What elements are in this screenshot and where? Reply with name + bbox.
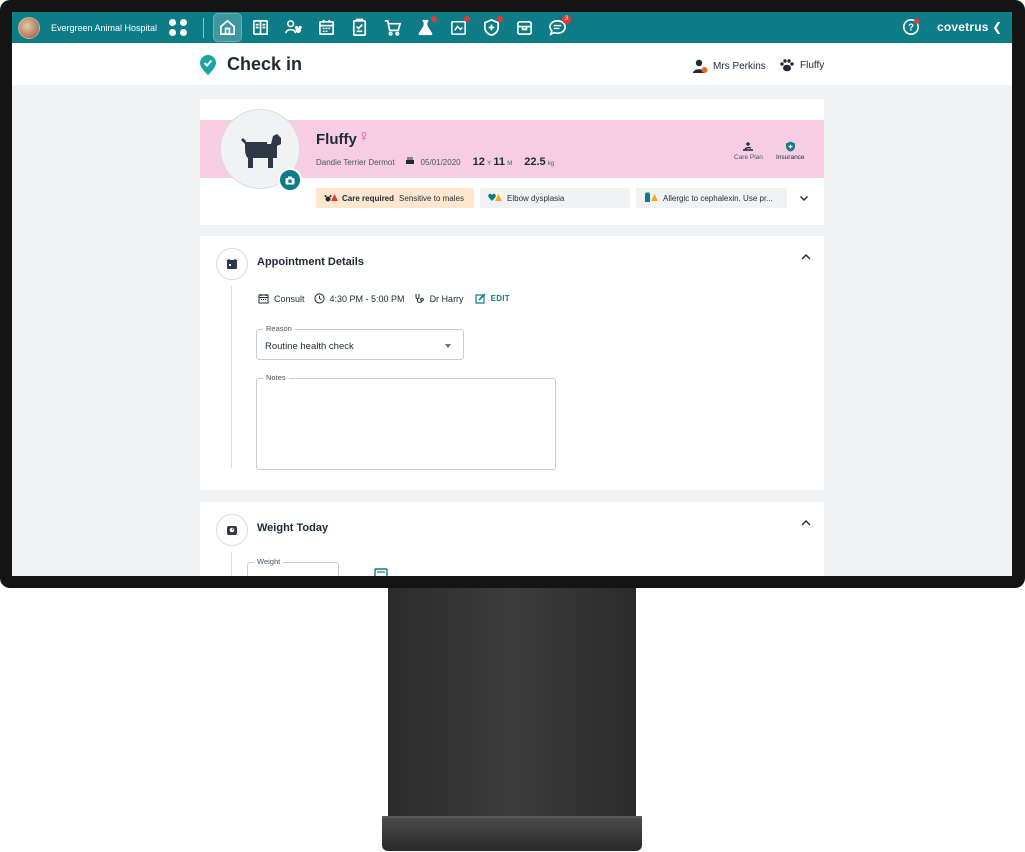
calendar-section-icon — [216, 248, 248, 280]
nav-divider — [203, 17, 205, 38]
pet-weight-unit: kg — [547, 161, 555, 167]
messages-count-badge: 3 — [562, 15, 572, 24]
appointment-vet: Dr Harry — [429, 293, 464, 304]
appointment-summary: Consult 4:30 PM - 5:00 PM Dr Harry EDIT — [258, 293, 510, 304]
weight-today-title: Weight Today — [257, 522, 329, 534]
care-required-text: Sensitive to males — [399, 193, 464, 203]
paw-icon — [780, 59, 794, 72]
records-icon[interactable] — [247, 14, 274, 41]
top-nav-bar: Evergreen Animal Hospital 3 ? covetrus ❮ — [12, 12, 1012, 43]
notes-textarea[interactable]: Notes — [256, 373, 556, 470]
owner-name: Mrs Perkins — [713, 60, 766, 72]
appointment-type-icon — [258, 294, 269, 304]
chevron-down-icon[interactable] — [799, 193, 809, 203]
appointment-time: 4:30 PM - 5:00 PM — [329, 293, 405, 304]
camera-icon[interactable] — [278, 168, 302, 192]
condition-chip[interactable]: Elbow dysplasia — [480, 188, 630, 208]
section-divider-line — [231, 552, 232, 576]
page-title: Check in — [227, 54, 303, 74]
notification-dot — [464, 16, 471, 22]
birthday-cake-icon — [405, 155, 415, 167]
section-divider-line — [231, 286, 232, 468]
care-paw-warning-icon — [324, 193, 338, 204]
clock-icon — [313, 293, 325, 304]
allergy-text: Allergic to cephalexin. Use pr... — [663, 193, 773, 203]
apps-grid-icon[interactable] — [169, 18, 187, 37]
brand-name: covetrus — [937, 20, 989, 34]
appointment-type: Consult — [274, 293, 305, 304]
care-required-chip[interactable]: Care required Sensitive to males — [316, 188, 474, 208]
reason-select[interactable]: Reason Routine health check — [256, 324, 464, 360]
heart-warning-icon — [488, 193, 502, 204]
brand-mark-icon: ❮ — [992, 20, 1003, 34]
brand-logo: covetrus ❮ — [937, 20, 1002, 34]
condition-text: Elbow dysplasia — [507, 193, 565, 203]
notification-dot — [431, 16, 438, 22]
stethoscope-icon — [415, 294, 424, 303]
monitor-stand-base — [382, 818, 642, 851]
inventory-box-icon[interactable] — [511, 14, 538, 41]
lab-flask-icon[interactable] — [412, 14, 439, 41]
client-pet-icon[interactable] — [280, 14, 307, 41]
pet-weight: 22.5 — [524, 156, 546, 168]
imaging-icon[interactable] — [445, 14, 472, 41]
insurance-shield-icon — [785, 141, 795, 152]
chevron-up-icon[interactable] — [800, 252, 812, 262]
pet-summary-card: Fluffy ♀ Dandie Terrier Dermot 05/01/202… — [200, 99, 824, 225]
weight-label: Weight — [254, 557, 284, 566]
care-required-title: Care required — [342, 193, 395, 203]
help-icon[interactable]: ? — [902, 18, 920, 36]
weight-input[interactable]: Weight — [247, 557, 339, 576]
notes-label: Notes — [263, 373, 289, 382]
pet-link-name: Fluffy — [800, 59, 825, 71]
user-avatar[interactable] — [18, 16, 40, 39]
screen: Evergreen Animal Hospital 3 ? covetrus ❮… — [12, 12, 1012, 576]
health-shield-icon[interactable] — [478, 14, 505, 41]
monitor-stand-neck — [388, 588, 636, 820]
insurance-button[interactable]: Insurance — [776, 141, 805, 161]
owner-icon — [693, 59, 708, 73]
weight-today-card: Weight Today Weight — [200, 502, 824, 576]
reason-value: Routine health check — [265, 341, 354, 352]
age-months: 11 — [493, 156, 505, 168]
location-pin-icon — [200, 55, 216, 75]
dropdown-caret-icon — [445, 344, 451, 348]
checklist-icon[interactable] — [346, 14, 373, 41]
weight-history-icon[interactable] — [374, 568, 388, 576]
care-plan-label: Care Plan — [734, 154, 763, 161]
appointment-details-title: Appointment Details — [257, 256, 364, 268]
medication-warning-icon — [644, 192, 658, 204]
notification-dot — [497, 16, 504, 22]
age-years-unit: Y — [487, 161, 492, 167]
age-months-unit: M — [507, 161, 513, 167]
page-header: Check in Mrs Perkins Fluffy — [12, 43, 1012, 85]
scale-section-icon — [216, 514, 248, 546]
appointment-details-card: Appointment Details Consult 4:30 PM - 5:… — [200, 236, 824, 490]
pet-dob: 05/01/2020 — [420, 158, 461, 167]
edit-appointment-link[interactable]: EDIT — [491, 294, 510, 303]
home-icon[interactable] — [213, 13, 243, 42]
allergy-chip[interactable]: Allergic to cephalexin. Use pr... — [636, 188, 787, 208]
nav-icons: 3 — [213, 13, 572, 42]
calendar-icon[interactable] — [313, 14, 340, 41]
pet-name: Fluffy — [316, 131, 357, 148]
care-plan-button[interactable]: Care Plan — [734, 141, 763, 161]
pet-details: Dandie Terrier Dermot 05/01/2020 12 Y 11… — [316, 155, 554, 168]
messages-icon[interactable]: 3 — [544, 14, 572, 41]
cart-icon[interactable] — [379, 14, 406, 41]
hospital-name[interactable]: Evergreen Animal Hospital — [51, 23, 157, 33]
pet-link[interactable]: Fluffy — [779, 58, 824, 72]
pet-alerts: Care required Sensitive to males Elbow d… — [316, 188, 809, 208]
female-icon: ♀ — [358, 128, 370, 145]
pet-breed: Dandie Terrier Dermot — [316, 158, 395, 167]
age-years: 12 — [472, 156, 485, 168]
owner-link[interactable]: Mrs Perkins — [692, 58, 766, 74]
monitor-frame: Evergreen Animal Hospital 3 ? covetrus ❮… — [0, 0, 1025, 588]
insurance-label: Insurance — [776, 154, 805, 161]
reason-label: Reason — [263, 324, 295, 333]
care-plan-icon — [743, 142, 754, 151]
svg-text:?: ? — [908, 23, 914, 34]
edit-icon[interactable] — [474, 293, 486, 304]
chevron-up-icon[interactable] — [800, 518, 812, 528]
